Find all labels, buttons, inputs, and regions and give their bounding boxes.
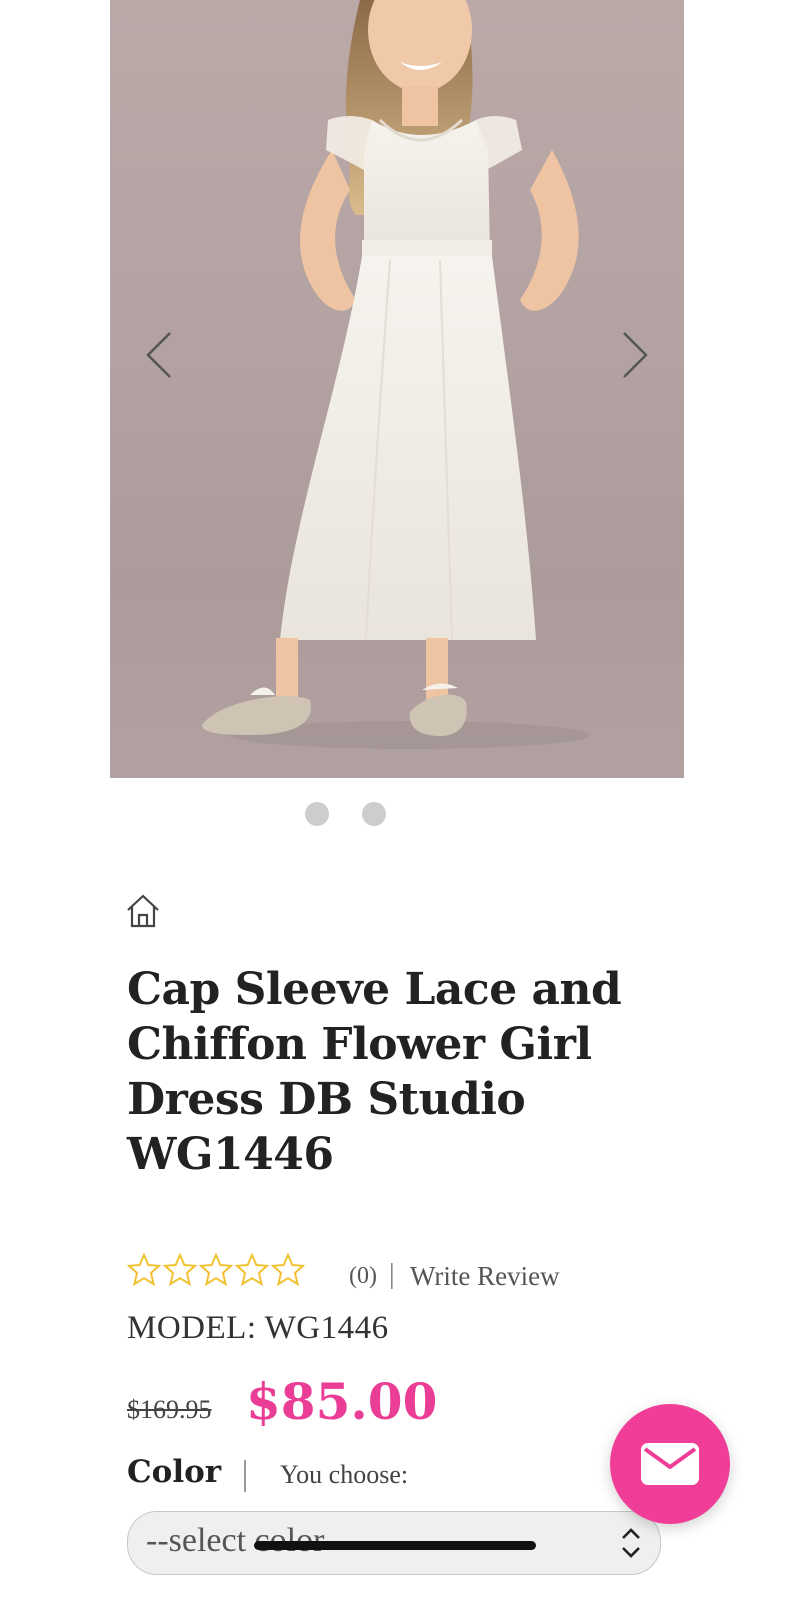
rating-row: (0) | Write Review bbox=[127, 1253, 687, 1293]
review-count[interactable]: (0) bbox=[349, 1263, 377, 1290]
star-outline-icon bbox=[199, 1253, 233, 1287]
product-title: Cap Sleeve Lace and Chiffon Flower Girl … bbox=[127, 964, 622, 1180]
chevron-up-down-icon bbox=[622, 1528, 640, 1558]
product-photo bbox=[202, 0, 590, 749]
gallery-dot-1[interactable] bbox=[305, 802, 329, 826]
contact-button[interactable] bbox=[610, 1404, 730, 1524]
sale-price: $85.00 bbox=[246, 1372, 438, 1431]
model-number: MODEL: WG1446 bbox=[127, 1310, 389, 1347]
breadcrumb-home-link[interactable] bbox=[124, 892, 162, 930]
color-divider bbox=[244, 1460, 246, 1492]
gallery-dot-2[interactable] bbox=[362, 802, 386, 826]
write-review-link[interactable]: Write Review bbox=[410, 1261, 560, 1292]
star-rating[interactable] bbox=[127, 1253, 307, 1289]
product-image-gallery[interactable] bbox=[110, 0, 684, 778]
model-value: WG1446 bbox=[264, 1310, 389, 1346]
color-label: Color bbox=[127, 1454, 222, 1490]
gallery-prev-button[interactable] bbox=[138, 330, 182, 380]
chevron-left-icon bbox=[146, 332, 171, 378]
home-indicator[interactable] bbox=[254, 1541, 536, 1550]
star-outline-icon bbox=[271, 1253, 305, 1287]
star-outline-icon bbox=[127, 1253, 161, 1287]
review-separator: | bbox=[389, 1259, 395, 1290]
star-outline-icon bbox=[163, 1253, 197, 1287]
gallery-pagination bbox=[0, 802, 805, 826]
home-icon bbox=[127, 894, 159, 928]
star-outline-icon bbox=[235, 1253, 269, 1287]
mail-icon bbox=[641, 1443, 699, 1485]
model-label: MODEL: bbox=[127, 1310, 257, 1346]
you-choose-label: You choose: bbox=[280, 1460, 409, 1489]
original-price: $169.95 bbox=[127, 1395, 212, 1424]
chevron-right-icon bbox=[623, 332, 648, 378]
gallery-next-button[interactable] bbox=[612, 330, 656, 380]
